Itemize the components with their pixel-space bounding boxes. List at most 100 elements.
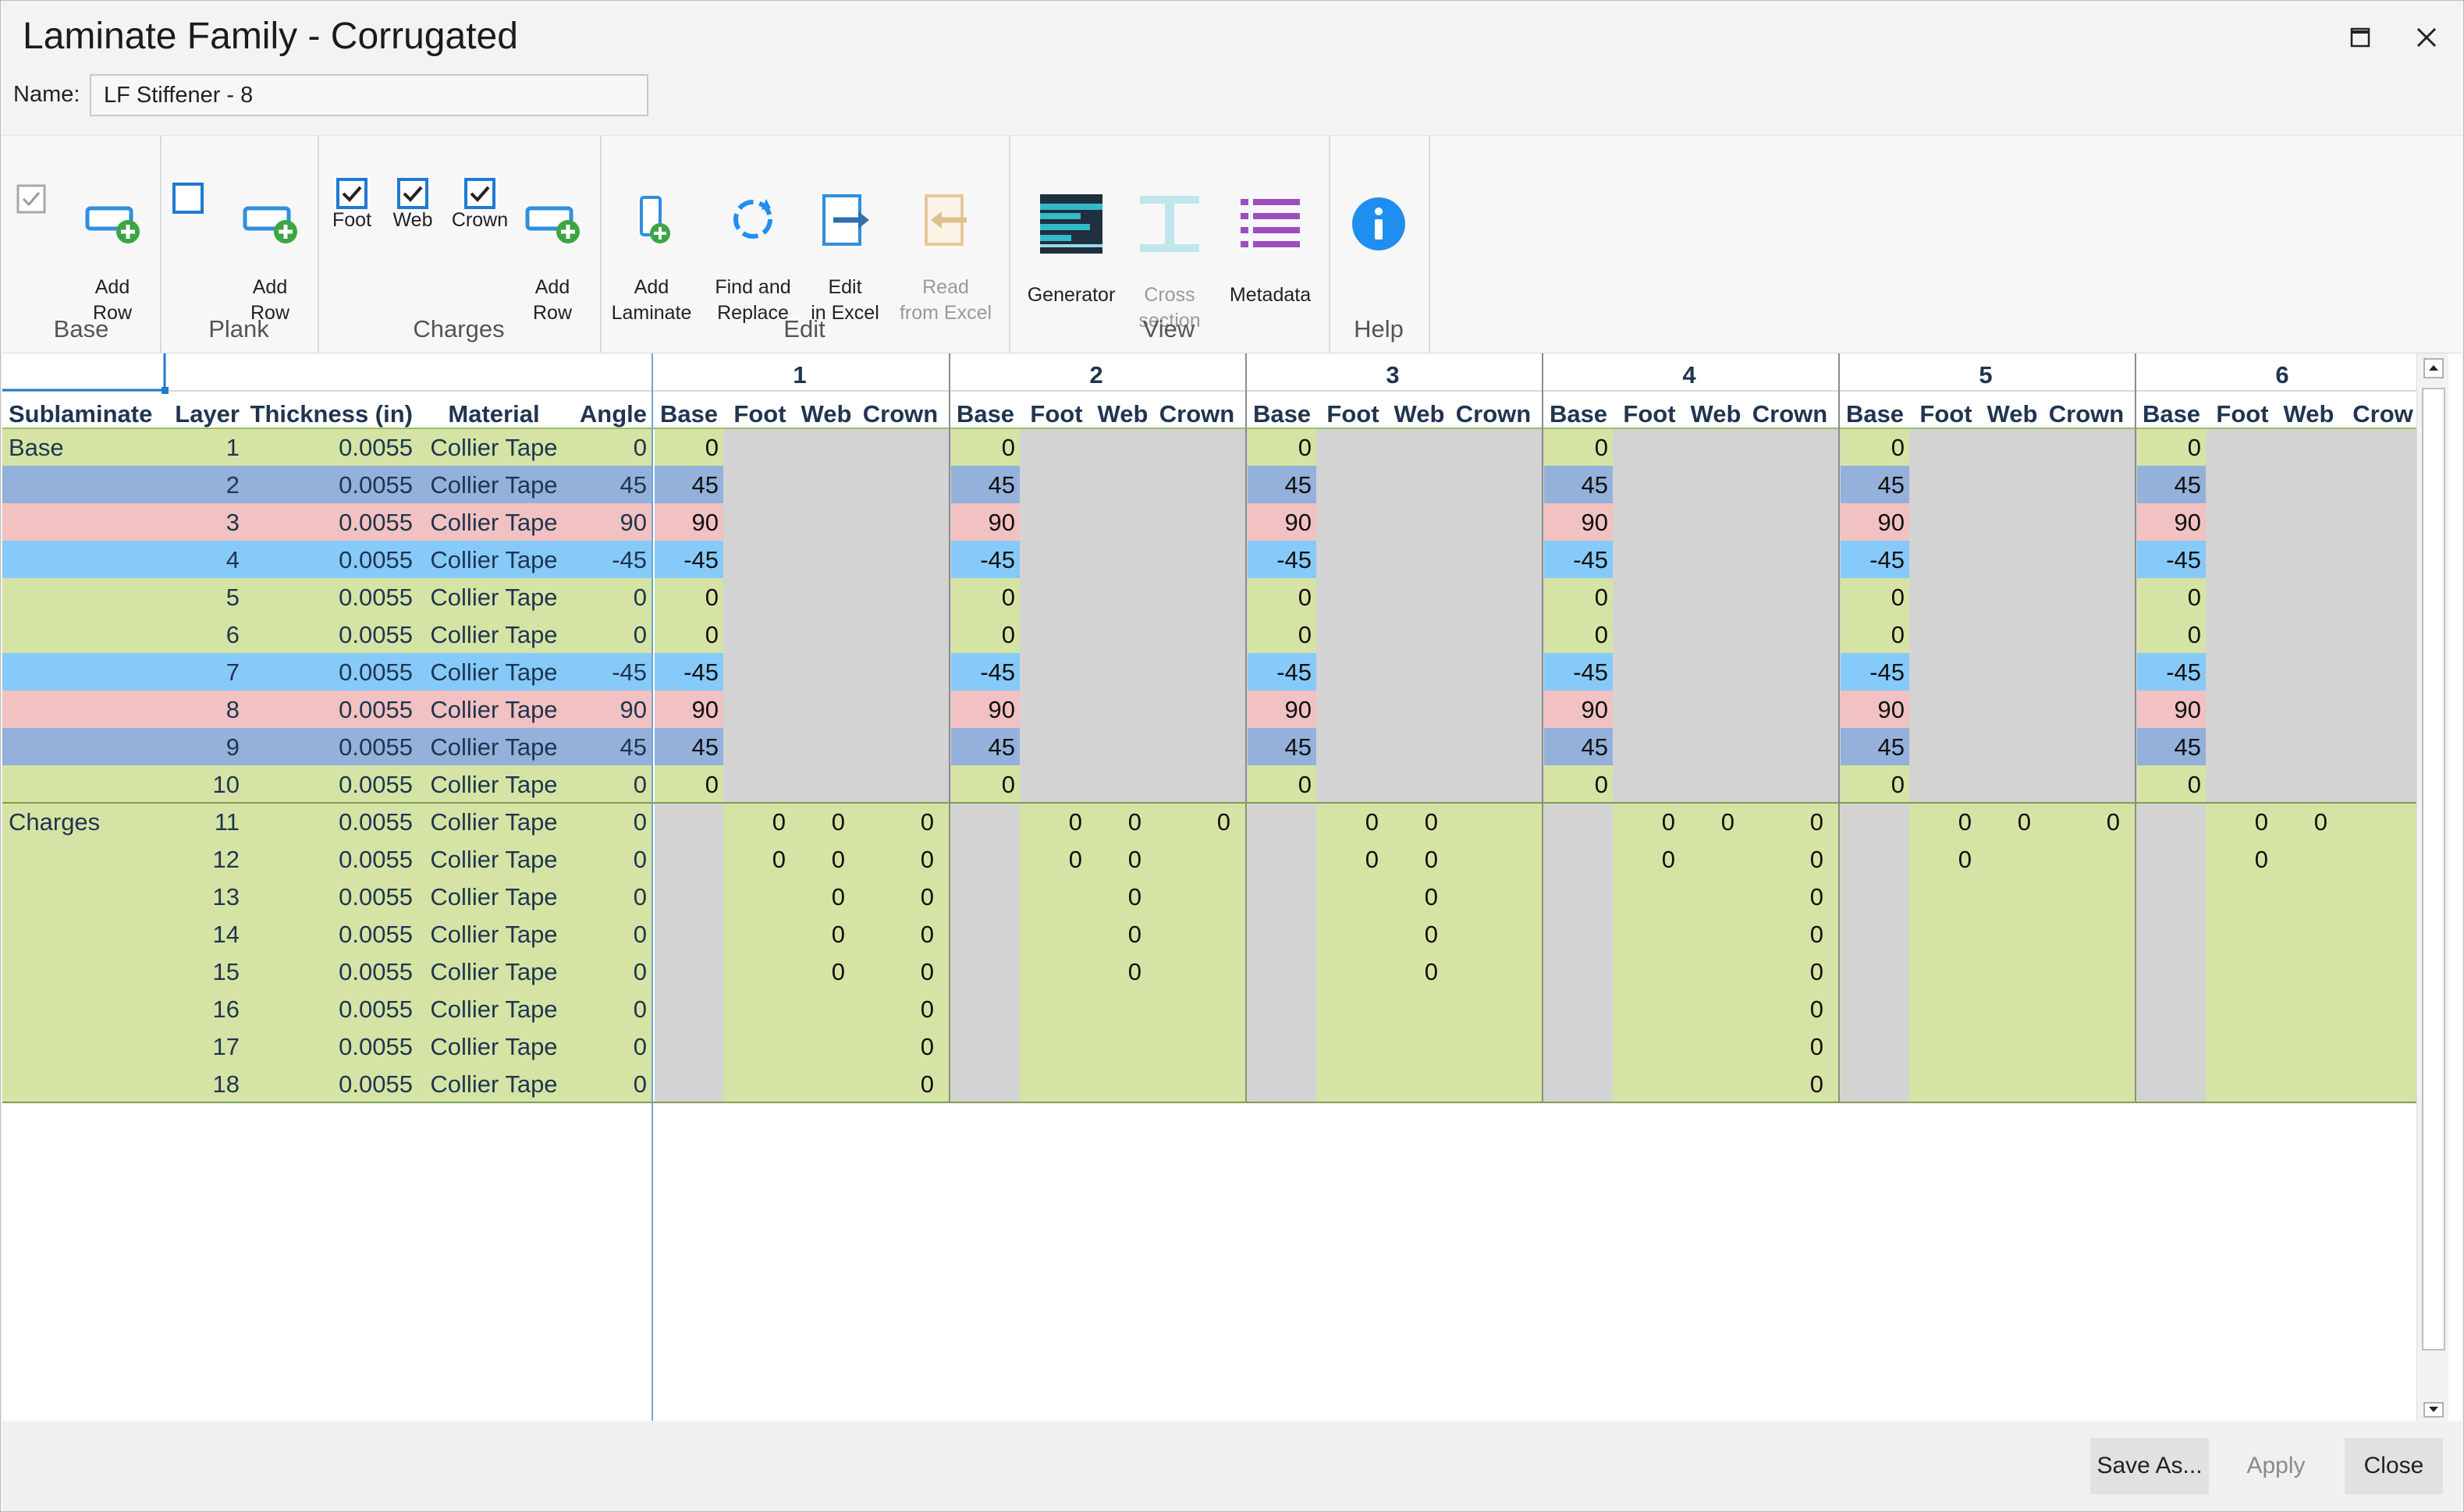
laminate-header[interactable]: 6 xyxy=(2275,361,2288,389)
sublaminate-cell[interactable]: Base xyxy=(9,434,64,461)
sub-column-header[interactable]: Base xyxy=(1846,400,1904,428)
base-angle-cell[interactable]: 0 xyxy=(2188,434,2201,461)
material-cell[interactable]: Collier Tape xyxy=(430,509,557,536)
base-angle-cell[interactable]: -45 xyxy=(980,658,1015,686)
base-angle-cell[interactable]: 0 xyxy=(1595,434,1608,461)
material-cell[interactable]: Collier Tape xyxy=(430,733,557,761)
charge-cell[interactable]: 0 xyxy=(1810,883,1823,910)
sub-column-header[interactable]: Crown xyxy=(2049,400,2124,428)
sub-column-header[interactable]: Web xyxy=(1394,400,1445,428)
charge-cell[interactable]: 0 xyxy=(1128,883,1141,910)
layer-cell[interactable]: 1 xyxy=(226,434,240,461)
column-header[interactable]: Material xyxy=(448,400,539,428)
thickness-cell[interactable]: 0.0055 xyxy=(339,621,413,648)
base-angle-cell[interactable]: 45 xyxy=(1285,733,1312,761)
layer-cell[interactable]: 6 xyxy=(226,621,240,648)
sub-column-header[interactable]: Crown xyxy=(1456,400,1531,428)
base-angle-cell[interactable]: 90 xyxy=(692,509,719,536)
laminate-header[interactable]: 3 xyxy=(1386,361,1399,389)
thickness-cell[interactable]: 0.0055 xyxy=(339,921,413,948)
charge-cell[interactable]: 0 xyxy=(832,921,845,948)
material-cell[interactable]: Collier Tape xyxy=(430,434,557,461)
base-angle-cell[interactable]: 0 xyxy=(1891,771,1905,798)
base-angle-cell[interactable]: 45 xyxy=(1878,471,1905,499)
layer-cell[interactable]: 11 xyxy=(215,808,240,836)
layer-cell[interactable]: 16 xyxy=(213,996,240,1023)
angle-cell[interactable]: 0 xyxy=(634,808,647,836)
base-angle-cell[interactable]: 0 xyxy=(705,434,719,461)
charge-cell[interactable]: 0 xyxy=(1958,808,1972,836)
angle-cell[interactable]: 0 xyxy=(634,621,647,648)
material-cell[interactable]: Collier Tape xyxy=(430,658,557,686)
base-angle-cell[interactable]: 45 xyxy=(989,471,1015,499)
charge-cell[interactable]: 0 xyxy=(1425,808,1438,836)
sub-column-header[interactable]: Crow xyxy=(2352,400,2413,428)
thickness-cell[interactable]: 0.0055 xyxy=(339,1033,413,1060)
thickness-cell[interactable]: 0.0055 xyxy=(339,696,413,723)
sub-column-header[interactable]: Base xyxy=(1550,400,1607,428)
charge-cell[interactable]: 0 xyxy=(1810,958,1823,985)
base-angle-cell[interactable]: 0 xyxy=(1298,621,1312,648)
charge-cell[interactable]: 0 xyxy=(921,996,934,1023)
charge-cell[interactable]: 0 xyxy=(1128,808,1141,836)
angle-cell[interactable]: 0 xyxy=(634,771,647,798)
layer-cell[interactable]: 5 xyxy=(226,584,240,611)
layer-cell[interactable]: 4 xyxy=(226,546,240,573)
column-header[interactable]: Layer xyxy=(175,400,240,428)
generator-button[interactable]: Generator xyxy=(1017,167,1126,308)
name-input[interactable] xyxy=(90,74,648,116)
angle-cell[interactable]: 0 xyxy=(634,584,647,611)
charge-cell[interactable]: 0 xyxy=(1128,958,1141,985)
layer-cell[interactable]: 17 xyxy=(213,1033,240,1060)
base-angle-cell[interactable]: 0 xyxy=(1002,434,1015,461)
metadata-button[interactable]: Metadata xyxy=(1220,167,1321,308)
material-cell[interactable]: Collier Tape xyxy=(430,546,557,573)
layer-cell[interactable]: 9 xyxy=(226,733,240,761)
laminate-header[interactable]: 1 xyxy=(793,361,806,389)
thickness-cell[interactable]: 0.0055 xyxy=(339,584,413,611)
thickness-cell[interactable]: 0.0055 xyxy=(339,733,413,761)
charge-cell[interactable]: 0 xyxy=(1810,1070,1823,1098)
material-cell[interactable]: Collier Tape xyxy=(430,1070,557,1098)
charge-cell[interactable]: 0 xyxy=(1128,921,1141,948)
charge-cell[interactable]: 0 xyxy=(1365,846,1379,873)
layer-cell[interactable]: 2 xyxy=(226,471,240,499)
charges-add-row-button[interactable]: Add Row xyxy=(517,167,588,326)
material-cell[interactable]: Collier Tape xyxy=(430,921,557,948)
plank-checkbox[interactable] xyxy=(172,183,204,219)
base-angle-cell[interactable]: 45 xyxy=(2175,471,2201,499)
charge-cell[interactable]: 0 xyxy=(2314,808,2327,836)
thickness-cell[interactable]: 0.0055 xyxy=(339,471,413,499)
base-angle-cell[interactable]: 0 xyxy=(1891,584,1905,611)
base-angle-cell[interactable]: 0 xyxy=(1891,434,1905,461)
charge-cell[interactable]: 0 xyxy=(2018,808,2031,836)
charge-cell[interactable]: 0 xyxy=(2255,846,2268,873)
thickness-cell[interactable]: 0.0055 xyxy=(339,771,413,798)
base-angle-cell[interactable]: 45 xyxy=(692,471,719,499)
column-header[interactable]: Angle xyxy=(580,400,647,428)
crown-checkbox[interactable]: Crown xyxy=(449,178,511,232)
sub-column-header[interactable]: Web xyxy=(2284,400,2334,428)
base-angle-cell[interactable]: -45 xyxy=(980,546,1015,573)
sub-column-header[interactable]: Crown xyxy=(863,400,938,428)
base-angle-cell[interactable]: -45 xyxy=(683,658,719,686)
material-cell[interactable]: Collier Tape xyxy=(430,808,557,836)
layer-cell[interactable]: 7 xyxy=(226,658,240,686)
thickness-cell[interactable]: 0.0055 xyxy=(339,1070,413,1098)
base-angle-cell[interactable]: 0 xyxy=(1298,434,1312,461)
material-cell[interactable]: Collier Tape xyxy=(430,584,557,611)
angle-cell[interactable]: 45 xyxy=(620,471,647,499)
angle-cell[interactable]: 0 xyxy=(634,1033,647,1060)
base-angle-cell[interactable]: 90 xyxy=(692,696,719,723)
base-angle-cell[interactable]: 90 xyxy=(1582,696,1608,723)
base-angle-cell[interactable]: 0 xyxy=(2188,584,2201,611)
web-checkbox[interactable]: Web xyxy=(389,178,436,232)
charge-cell[interactable]: 0 xyxy=(832,846,845,873)
base-angle-cell[interactable]: 0 xyxy=(1595,584,1608,611)
sub-column-header[interactable]: Web xyxy=(801,400,852,428)
base-angle-cell[interactable]: 0 xyxy=(705,771,719,798)
base-angle-cell[interactable]: 0 xyxy=(1595,771,1608,798)
charge-cell[interactable]: 0 xyxy=(1662,846,1675,873)
base-angle-cell[interactable]: 90 xyxy=(1285,509,1312,536)
base-angle-cell[interactable]: 90 xyxy=(989,509,1015,536)
